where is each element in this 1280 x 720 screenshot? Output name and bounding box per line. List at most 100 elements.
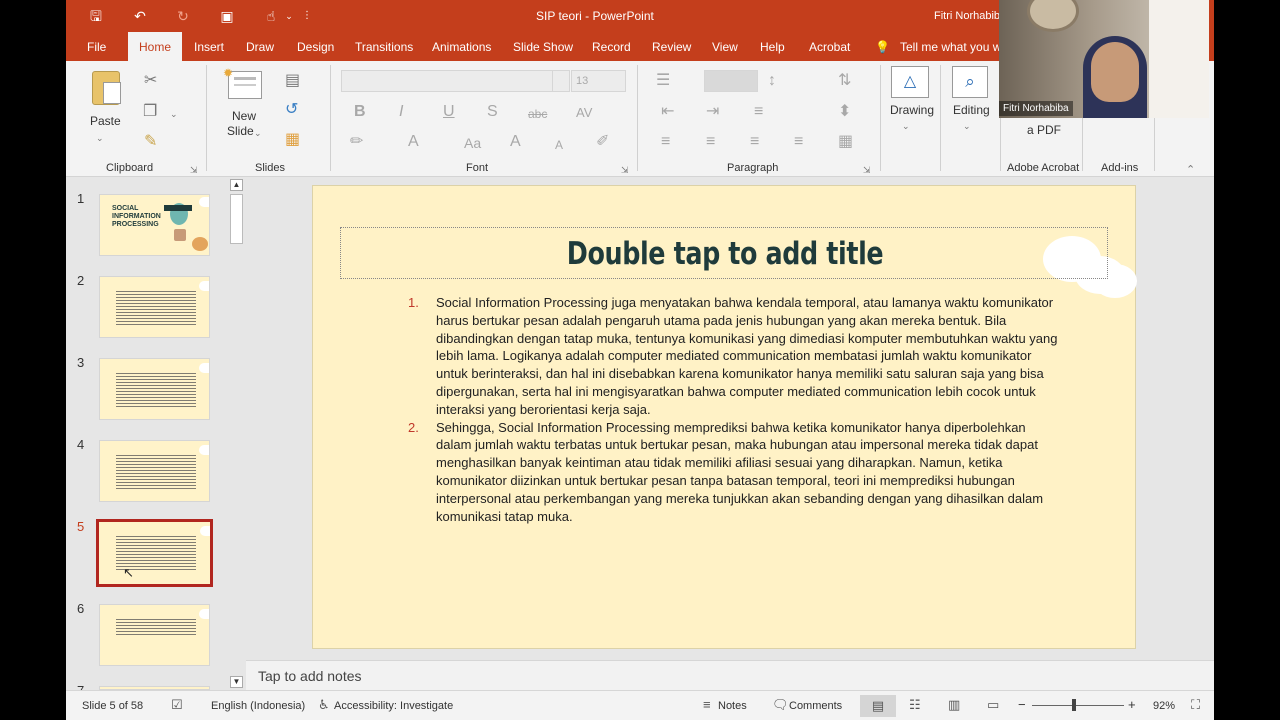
slide-sorter-icon[interactable]: ☷ xyxy=(909,698,921,712)
dialog-launcher-icon[interactable]: ⇲ xyxy=(190,161,198,179)
scroll-down-arrow-icon[interactable]: ▼ xyxy=(230,676,243,688)
title-placeholder[interactable]: Double tap to add title xyxy=(340,227,1108,279)
notes-placeholder[interactable]: Tap to add notes xyxy=(258,668,362,684)
undo-icon[interactable]: ↶ xyxy=(131,7,149,25)
tab-animations[interactable]: Animations xyxy=(432,40,491,54)
touch-mode-icon[interactable]: ☝ xyxy=(262,7,280,25)
text-direction-icon[interactable]: ⇅ xyxy=(838,72,851,90)
redo-icon[interactable]: ↻ xyxy=(174,7,192,25)
slide-thumbnail-1[interactable]: SOCIAL INFORMATION PROCESSING xyxy=(99,194,210,256)
paste-button[interactable]: Paste xyxy=(90,114,121,128)
reading-view-icon[interactable]: ▥ xyxy=(948,698,960,712)
tab-design[interactable]: Design xyxy=(297,40,334,54)
collapse-ribbon-icon[interactable]: ⌃ xyxy=(1186,161,1195,179)
shrink-font-button[interactable]: A xyxy=(555,136,563,154)
tab-acrobat[interactable]: Acrobat xyxy=(809,40,850,54)
slide-thumbnail-2[interactable] xyxy=(99,276,210,338)
editing-icon[interactable]: ⌕ xyxy=(952,66,988,98)
chevron-down-icon[interactable]: ⌄ xyxy=(170,105,178,123)
slide-thumbnail-3[interactable] xyxy=(99,358,210,420)
comments-icon[interactable]: 🗨 xyxy=(772,698,789,712)
save-icon[interactable]: 🖫 xyxy=(87,7,105,25)
slide-thumbnail-6[interactable] xyxy=(99,604,210,666)
decrease-indent-icon[interactable]: ⇤ xyxy=(661,103,674,121)
tab-file[interactable]: File xyxy=(87,40,106,54)
editing-button[interactable]: Editing xyxy=(953,103,990,117)
zoom-in-button[interactable]: + xyxy=(1128,697,1136,712)
normal-view-icon[interactable]: ▤ xyxy=(860,695,896,717)
tell-me-search[interactable]: Tell me what you wa xyxy=(900,40,1008,54)
language-indicator[interactable]: English (Indonesia) xyxy=(211,700,305,712)
section-icon[interactable]: ▦ xyxy=(285,131,300,149)
tab-record[interactable]: Record xyxy=(592,40,631,54)
strikethrough-button[interactable]: abc xyxy=(528,105,547,123)
shadow-button[interactable]: S xyxy=(487,103,498,121)
bullets-icon[interactable]: ☰ xyxy=(656,72,670,90)
justify-icon[interactable]: ≡ xyxy=(794,133,803,151)
new-slide-button-line2[interactable]: Slide xyxy=(227,124,254,138)
create-pdf-button[interactable]: a PDF xyxy=(1027,123,1061,137)
chevron-down-icon[interactable]: ⌄ xyxy=(280,7,298,25)
customize-toolbar-icon[interactable]: ⋮ xyxy=(298,7,316,25)
comments-button[interactable]: Comments xyxy=(789,700,842,712)
columns-icon[interactable]: ≡ xyxy=(754,103,763,121)
dialog-launcher-icon[interactable]: ⇲ xyxy=(863,161,871,179)
notes-button[interactable]: Notes xyxy=(718,700,747,712)
fit-to-window-icon[interactable]: ⛶ xyxy=(1191,698,1200,712)
notes-icon[interactable]: ≡ xyxy=(703,698,711,712)
tab-draw[interactable]: Draw xyxy=(246,40,274,54)
reset-icon[interactable]: ↺ xyxy=(285,101,298,119)
chevron-down-icon[interactable]: ⌄ xyxy=(963,117,971,135)
slide-thumbnail-5[interactable] xyxy=(96,519,213,587)
tab-home[interactable]: Home xyxy=(128,32,183,61)
grow-font-button[interactable]: A xyxy=(510,133,521,151)
smartart-icon[interactable]: ▦ xyxy=(838,133,853,151)
slide-canvas[interactable]: Double tap to add title 1. Social Inform… xyxy=(312,185,1137,649)
new-slide-icon[interactable]: ✹ xyxy=(223,66,262,99)
line-spacing-icon[interactable]: ↕ xyxy=(768,72,776,90)
chevron-down-icon[interactable]: ⌄ xyxy=(254,124,262,142)
accessibility-status[interactable]: Accessibility: Investigate xyxy=(334,700,453,712)
change-case-button[interactable]: Aa xyxy=(464,134,481,152)
tab-review[interactable]: Review xyxy=(652,40,691,54)
chevron-down-icon[interactable]: ⌄ xyxy=(902,117,910,135)
tab-view[interactable]: View xyxy=(712,40,738,54)
font-name-dropdown[interactable] xyxy=(552,70,570,92)
zoom-slider[interactable] xyxy=(1032,705,1124,706)
thumbnails-scrollbar[interactable]: ▲ ▼ xyxy=(229,178,245,690)
slide-body-text[interactable]: 1. Social Information Processing juga me… xyxy=(408,294,1058,525)
drawing-button[interactable]: Drawing xyxy=(890,103,934,117)
align-center-icon[interactable]: ≡ xyxy=(706,133,715,151)
zoom-out-button[interactable]: − xyxy=(1018,697,1026,712)
scrollbar-thumb[interactable] xyxy=(230,194,243,244)
accessibility-icon[interactable]: ♿ xyxy=(318,698,330,712)
numbering-icon[interactable] xyxy=(704,70,758,92)
clear-formatting-icon[interactable]: ✏ xyxy=(350,133,363,151)
italic-button[interactable]: I xyxy=(399,103,403,121)
present-icon[interactable]: ▣ xyxy=(218,7,236,25)
zoom-level[interactable]: 92% xyxy=(1153,700,1175,712)
layout-icon[interactable]: ▤ xyxy=(285,72,300,90)
tab-help[interactable]: Help xyxy=(760,40,785,54)
notes-pane[interactable]: Tap to add notes xyxy=(246,660,1214,690)
align-left-icon[interactable]: ≡ xyxy=(661,133,670,151)
drawing-icon[interactable]: △ xyxy=(891,66,929,98)
font-color-button[interactable]: A xyxy=(408,133,419,151)
dialog-launcher-icon[interactable]: ⇲ xyxy=(621,161,629,179)
slide-thumbnail-4[interactable] xyxy=(99,440,210,502)
tab-transitions[interactable]: Transitions xyxy=(355,40,413,54)
slide-show-icon[interactable]: ▭ xyxy=(987,698,999,712)
increase-indent-icon[interactable]: ⇥ xyxy=(706,103,719,121)
zoom-slider-thumb[interactable] xyxy=(1072,699,1076,711)
underline-button[interactable]: U xyxy=(443,103,455,121)
align-text-icon[interactable]: ⬍ xyxy=(838,103,851,121)
font-size-combo[interactable]: 13 xyxy=(571,70,626,92)
format-painter-icon[interactable]: ✎ xyxy=(144,133,157,151)
bold-button[interactable]: B xyxy=(354,103,366,121)
tab-slide-show[interactable]: Slide Show xyxy=(513,40,573,54)
chevron-down-icon[interactable]: ⌄ xyxy=(96,129,104,147)
cut-icon[interactable]: ✂ xyxy=(144,72,157,90)
spell-check-icon[interactable]: ☑ xyxy=(171,698,183,712)
paste-icon[interactable] xyxy=(92,71,121,105)
highlight-icon[interactable]: ✐ xyxy=(596,133,609,151)
